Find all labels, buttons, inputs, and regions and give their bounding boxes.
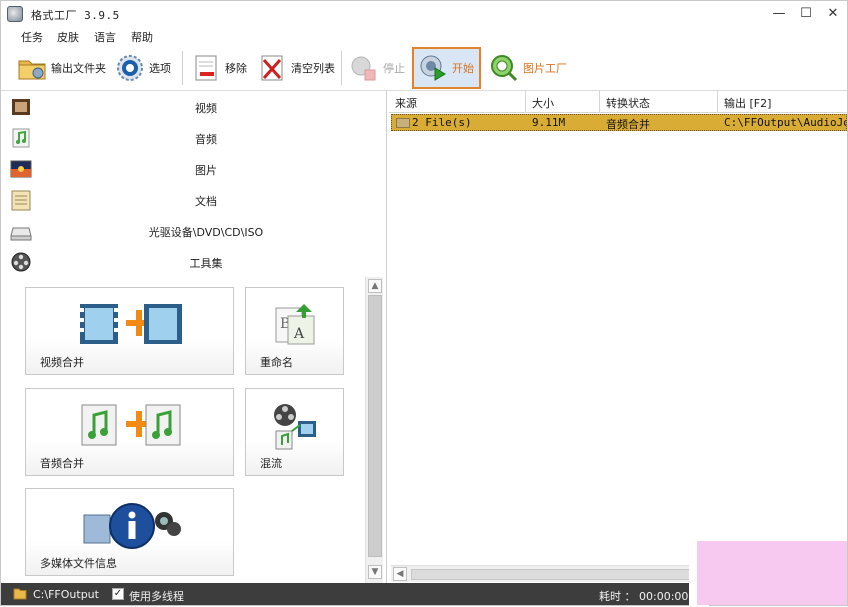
remove-button[interactable]: 移除 <box>191 49 247 87</box>
mix-icon <box>270 401 320 454</box>
row-source: 2 File(s) <box>412 116 472 129</box>
category-label: 视频 <box>195 102 217 115</box>
menu-language[interactable]: 语言 <box>94 29 116 45</box>
app-window: 格式工厂 3.9.5 — ☐ ✕ 任务 皮肤 语言 帮助 输出文件夹 选项 移除… <box>0 0 848 607</box>
multithread-label: 使用多线程 <box>129 590 184 603</box>
task-list-panel: 来源 大小 转换状态 输出 [F2] 2 File(s) 9.11M 音频合并 … <box>389 91 847 583</box>
close-button[interactable]: ✕ <box>821 3 845 25</box>
column-header-size[interactable]: 大小 <box>526 91 600 113</box>
picture-factory-icon <box>489 53 519 83</box>
hscrollbar-thumb[interactable] <box>411 569 711 580</box>
row-output: C:\FFOutput\AudioJoi <box>724 116 846 129</box>
category-picture[interactable]: 图片 <box>1 153 387 184</box>
folder-icon[interactable] <box>13 587 27 600</box>
column-header-output[interactable]: 输出 [F2] <box>718 91 847 113</box>
menu-skin[interactable]: 皮肤 <box>57 29 79 45</box>
category-document[interactable]: 文档 <box>1 184 387 215</box>
app-logo-icon <box>7 6 23 22</box>
mix-tool[interactable]: 混流 <box>245 388 344 476</box>
clear-list-label: 清空列表 <box>291 62 335 75</box>
scroll-up-arrow-icon[interactable]: ▲ <box>368 279 382 293</box>
output-folder-label: 输出文件夹 <box>51 62 106 75</box>
category-label: 工具集 <box>189 257 223 270</box>
menu-help[interactable]: 帮助 <box>131 29 153 45</box>
elapsed-time: 耗时 ： 00:00:00 <box>599 590 689 603</box>
mix-label: 混流 <box>260 457 282 470</box>
video-merge-label: 视频合并 <box>40 356 84 369</box>
column-header-source[interactable]: 来源 <box>389 91 526 113</box>
stop-label: 停止 <box>383 62 405 75</box>
category-video[interactable]: 视频 <box>1 91 387 122</box>
category-label: 文档 <box>195 195 217 208</box>
toolbar-divider <box>182 51 183 85</box>
category-audio[interactable]: 音频 <box>1 122 387 153</box>
menu-bar: 任务 皮肤 语言 帮助 <box>1 27 847 45</box>
clear-list-icon <box>257 53 287 83</box>
media-info-label: 多媒体文件信息 <box>40 557 117 570</box>
remove-document-icon <box>191 53 221 83</box>
column-header-status[interactable]: 转换状态 <box>600 91 718 113</box>
audio-merge-icon <box>80 403 182 450</box>
gear-icon <box>115 53 145 83</box>
picture-factory-button[interactable]: 图片工厂 <box>489 49 567 87</box>
options-label: 选项 <box>149 62 171 75</box>
tools-scrollbar[interactable]: ▲ ▼ <box>365 277 383 583</box>
remove-label: 移除 <box>225 62 247 75</box>
category-toolset[interactable]: 工具集 <box>1 246 387 277</box>
category-label: 光驱设备\DVD\CD\ISO <box>148 226 264 239</box>
category-optical-drive[interactable]: 光驱设备\DVD\CD\ISO <box>1 215 387 246</box>
toolbar-divider <box>341 51 342 85</box>
toolbar: 输出文件夹 选项 移除 清空列表 停止 开始 图片工厂 <box>1 45 847 91</box>
corner-decoration <box>697 541 847 605</box>
start-button[interactable]: 开始 <box>412 47 481 89</box>
category-label: 图片 <box>195 164 217 177</box>
picture-factory-label: 图片工厂 <box>523 62 567 75</box>
maximize-button[interactable]: ☐ <box>794 3 818 25</box>
video-merge-tool[interactable]: 视频合并 <box>25 287 234 375</box>
scroll-left-arrow-icon[interactable]: ◀ <box>393 567 407 581</box>
title-bar: 格式工厂 3.9.5 — ☐ ✕ <box>1 1 847 27</box>
output-folder-button[interactable]: 输出文件夹 <box>17 49 106 87</box>
multithread-checkbox[interactable]: ✓ <box>112 588 124 600</box>
row-size: 9.11M <box>532 116 566 129</box>
folder-icon <box>17 53 47 83</box>
rename-tool[interactable]: BA 重命名 <box>245 287 344 375</box>
rename-label: 重命名 <box>260 356 293 369</box>
menu-task[interactable]: 任务 <box>21 29 43 45</box>
clear-list-button[interactable]: 清空列表 <box>257 49 335 87</box>
audio-merge-label: 音频合并 <box>40 457 84 470</box>
start-label: 开始 <box>452 62 474 75</box>
file-group-icon <box>396 118 410 128</box>
video-merge-icon <box>80 302 182 349</box>
start-icon <box>418 53 448 83</box>
window-title: 格式工厂 3.9.5 <box>31 9 120 22</box>
scroll-down-arrow-icon[interactable]: ▼ <box>368 565 382 579</box>
stop-button[interactable]: 停止 <box>349 49 405 87</box>
audio-merge-tool[interactable]: 音频合并 <box>25 388 234 476</box>
options-button[interactable]: 选项 <box>115 49 171 87</box>
category-label: 音频 <box>195 133 217 146</box>
media-info-tool[interactable]: 多媒体文件信息 <box>25 488 234 576</box>
stop-icon <box>349 53 379 83</box>
scrollbar-thumb[interactable] <box>368 295 382 557</box>
table-row[interactable]: 2 File(s) 9.11M 音频合并 C:\FFOutput\AudioJo… <box>391 114 847 131</box>
rename-icon: BA <box>274 302 318 349</box>
row-status: 音频合并 <box>606 118 650 131</box>
category-panel: 视频 音频 图片 文档 光驱设备\DVD\CD\ISO 工具集 视频合并 B A… <box>1 91 387 583</box>
svg-text:A: A <box>293 326 305 342</box>
media-info-icon <box>82 501 182 554</box>
minimize-button[interactable]: — <box>767 3 791 25</box>
output-path: C:\FFOutput <box>33 588 99 601</box>
